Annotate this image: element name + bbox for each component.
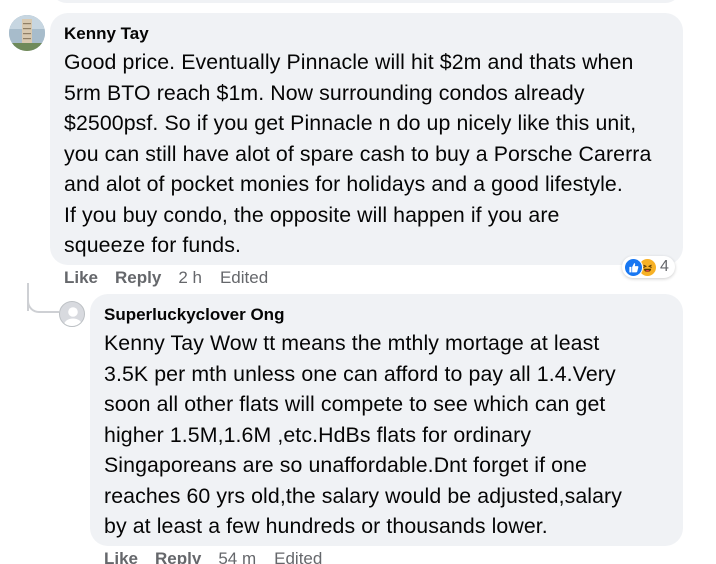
- avatar-photo-icon: [9, 15, 45, 51]
- reply-edited-label[interactable]: Edited: [274, 549, 322, 564]
- reply-author-name[interactable]: Superluckyclover Ong: [104, 304, 671, 325]
- edited-label[interactable]: Edited: [220, 268, 268, 288]
- reply-actions: Like Reply 54 m Edited: [104, 549, 322, 564]
- like-icon: [624, 257, 643, 277]
- kenny-tay-avatar[interactable]: [9, 15, 45, 51]
- comment-timestamp[interactable]: 2 h: [178, 268, 202, 288]
- superluckyclover-ong-avatar[interactable]: [59, 301, 85, 327]
- reply-button[interactable]: Reply: [115, 268, 161, 288]
- reply-bubble: Superluckyclover Ong Kenny Tay Wow tt me…: [90, 294, 683, 546]
- reaction-summary[interactable]: 4: [622, 256, 675, 278]
- comment-author-name[interactable]: Kenny Tay: [64, 23, 670, 44]
- like-button[interactable]: Like: [64, 268, 98, 288]
- thread-connector: [27, 293, 59, 313]
- reaction-count: 4: [660, 258, 669, 275]
- previous-comment-bubble-edge: [50, 0, 682, 3]
- default-user-icon: [60, 302, 84, 326]
- reply-timestamp[interactable]: 54 m: [218, 549, 256, 564]
- reply-text: Kenny Tay Wow tt means the mthly mortage…: [104, 331, 622, 538]
- comment-text: Good price. Eventually Pinnacle will hit…: [64, 50, 652, 257]
- reply-like-button[interactable]: Like: [104, 549, 138, 564]
- comment-actions: Like Reply 2 h Edited: [64, 268, 268, 288]
- reply-reply-button[interactable]: Reply: [155, 549, 201, 564]
- comment-bubble: Kenny Tay Good price. Eventually Pinnacl…: [50, 13, 683, 265]
